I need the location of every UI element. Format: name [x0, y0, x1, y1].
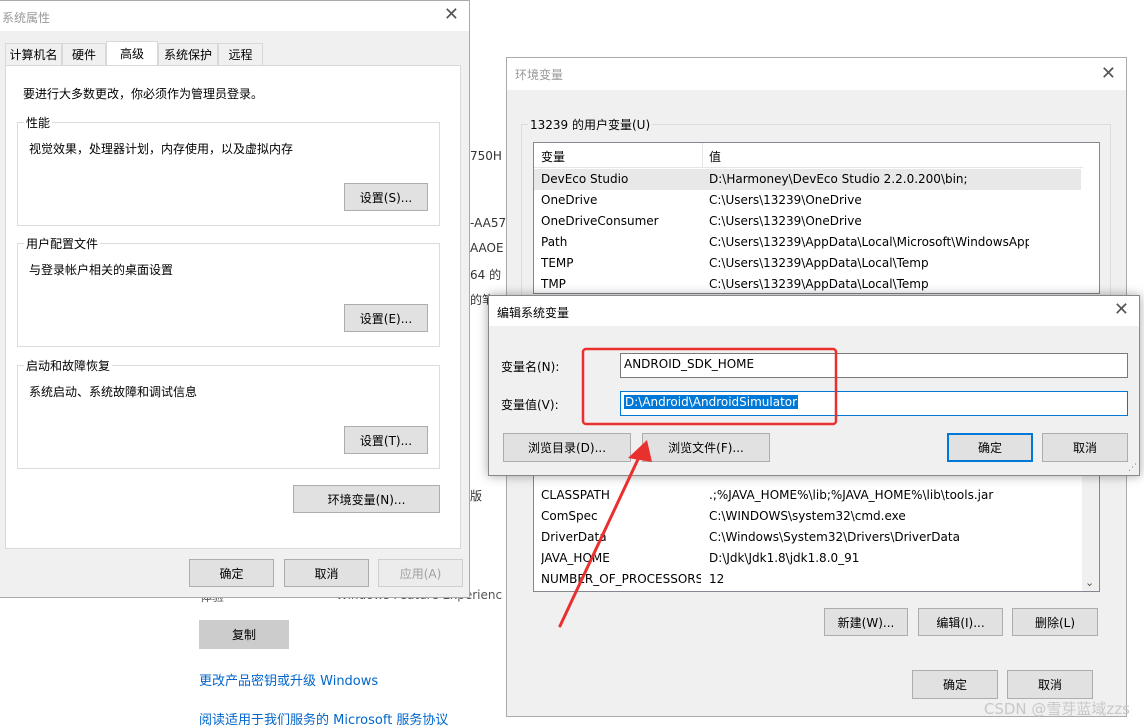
var-value: C:\Users\13239\AppData\Local\Microsoft\W…: [709, 235, 1029, 249]
bg-text: 750H: [470, 149, 502, 163]
user-profiles-settings-button[interactable]: 设置(E)...: [344, 304, 428, 332]
delete-button[interactable]: 删除(L): [1012, 608, 1098, 636]
var-name: OneDriveConsumer: [541, 214, 659, 228]
table-row[interactable]: OneDriveConsumer C:\Users\13239\OneDrive: [534, 211, 1081, 232]
scrollbar[interactable]: ⌄: [1082, 469, 1099, 591]
service-agreement-link[interactable]: 阅读适用于我们服务的 Microsoft 服务协议: [199, 709, 448, 728]
cancel-button[interactable]: 取消: [284, 559, 369, 587]
group-label: 13239 的用户变量(U): [528, 116, 653, 133]
variable-name-field[interactable]: ANDROID_SDK_HOME: [620, 353, 1128, 378]
dialog-title: 编辑系统变量: [497, 306, 570, 320]
startup-recovery-group: 启动和故障恢复 系统启动、系统故障和调试信息 设置(T)...: [17, 357, 440, 469]
group-desc: 与登录帐户相关的桌面设置: [29, 263, 174, 277]
ok-button[interactable]: 确定: [947, 433, 1033, 462]
edit-system-variable-dialog: 编辑系统变量 ✕ 变量名(N): 变量值(V): ANDROID_SDK_HOM…: [488, 295, 1140, 476]
table-row[interactable]: JAVA_HOME D:\Jdk\Jdk1.8\jdk1.8.0_91: [534, 548, 1081, 569]
var-name: ComSpec: [541, 509, 598, 523]
performance-settings-button[interactable]: 设置(S)...: [344, 183, 428, 211]
var-value: C:\WINDOWS\system32\cmd.exe: [709, 509, 906, 523]
column-header-value[interactable]: 值: [709, 148, 721, 165]
var-value: C:\Users\13239\OneDrive: [709, 214, 862, 228]
var-value: 12: [709, 572, 725, 586]
title-bar: 环境变量 ✕: [507, 58, 1126, 90]
var-value: C:\Users\13239\AppData\Local\Temp: [709, 277, 929, 291]
chevron-down-icon[interactable]: ⌄: [1085, 576, 1094, 589]
tab-hardware[interactable]: 硬件: [62, 43, 106, 65]
user-profiles-group: 用户配置文件 与登录帐户相关的桌面设置 设置(E)...: [17, 235, 440, 347]
environment-variables-button[interactable]: 环境变量(N)...: [293, 485, 440, 513]
var-name: NUMBER_OF_PROCESSORS: [541, 572, 701, 586]
var-name: DriverData: [541, 530, 607, 544]
edit-button[interactable]: 编辑(I)...: [918, 608, 1003, 636]
list-header: 变量 值: [534, 143, 1083, 168]
tab-advanced[interactable]: 高级: [106, 41, 158, 65]
table-row[interactable]: TMP C:\Users\13239\AppData\Local\Temp: [534, 274, 1081, 293]
cancel-button[interactable]: 取消: [1042, 433, 1128, 462]
group-desc: 视觉效果，处理器计划，内存使用，以及虚拟内存: [29, 142, 294, 156]
close-icon[interactable]: ✕: [444, 5, 459, 25]
admin-note: 要进行大多数更改，你必须作为管理员登录。: [23, 87, 264, 101]
variable-name-label: 变量名(N):: [501, 360, 560, 374]
ok-button[interactable]: 确定: [189, 559, 274, 587]
table-row[interactable]: Path C:\Users\13239\AppData\Local\Microso…: [534, 232, 1081, 253]
var-name: Path: [541, 235, 568, 249]
performance-group: 性能 视觉效果，处理器计划，内存使用，以及虚拟内存 设置(S)...: [17, 114, 440, 226]
browse-directory-button[interactable]: 浏览目录(D)...: [503, 433, 631, 462]
table-row[interactable]: ComSpec C:\WINDOWS\system32\cmd.exe: [534, 506, 1081, 527]
var-name: OneDrive: [541, 193, 598, 207]
table-row[interactable]: NUMBER_OF_PROCESSORS 12: [534, 569, 1081, 590]
var-value: D:\Harmoney\DevEco Studio 2.2.0.200\bin;: [709, 172, 968, 186]
variable-value-label: 变量值(V):: [501, 398, 559, 412]
var-name: JAVA_HOME: [541, 551, 610, 565]
system-properties-window: 系统属性 ✕ 计算机名 硬件 高级 系统保护 远程 要进行大多数更改，你必须作为…: [0, 0, 470, 598]
bg-text: -AA57: [470, 216, 507, 230]
table-row[interactable]: DriverData C:\Windows\System32\Drivers\Dr…: [534, 527, 1081, 548]
selected-text: D:\Android\AndroidSimulator: [624, 395, 799, 409]
tab-remote[interactable]: 远程: [218, 43, 263, 65]
column-header-variable[interactable]: 变量: [541, 148, 565, 165]
change-product-key-link[interactable]: 更改产品密钥或升级 Windows: [199, 670, 378, 689]
startup-recovery-settings-button[interactable]: 设置(T)...: [344, 426, 428, 454]
bg-text: 64 的: [470, 268, 502, 282]
user-variables-list: 变量 值 DevEco Studio D:\Harmoney\DevEco Stu…: [533, 142, 1100, 294]
var-value: C:\Users\13239\AppData\Local\Temp: [709, 256, 929, 270]
watermark: CSDN @雪芽蓝域zzs: [983, 700, 1130, 718]
cancel-button[interactable]: 取消: [1007, 670, 1093, 699]
resize-grip-icon[interactable]: ⋰: [1128, 463, 1137, 473]
group-desc: 系统启动、系统故障和调试信息: [29, 385, 198, 399]
browse-file-button[interactable]: 浏览文件(F)...: [642, 433, 770, 462]
bg-text: 版: [470, 489, 483, 503]
var-name: TEMP: [541, 256, 574, 270]
apply-button[interactable]: 应用(A): [378, 559, 463, 587]
var-value: C:\Users\13239\OneDrive: [709, 193, 862, 207]
title-bar: 系统属性 ✕: [0, 1, 469, 31]
column-divider: [702, 143, 703, 167]
bg-text: AAOE: [470, 241, 504, 255]
var-name: TMP: [541, 277, 566, 291]
var-value: D:\Jdk\Jdk1.8\jdk1.8.0_91: [709, 551, 860, 565]
window-title: 环境变量: [515, 68, 564, 82]
copy-button[interactable]: 复制: [199, 620, 289, 649]
tab-computer-name[interactable]: 计算机名: [5, 43, 62, 65]
var-name: DevEco Studio: [541, 172, 629, 186]
group-label: 用户配置文件: [24, 235, 101, 252]
table-row[interactable]: CLASSPATH .;%JAVA_HOME%\lib;%JAVA_HOME%\l…: [534, 485, 1081, 506]
tab-system-protection[interactable]: 系统保护: [158, 43, 218, 65]
close-icon[interactable]: ✕: [1101, 64, 1116, 84]
group-label: 启动和故障恢复: [24, 357, 113, 374]
window-title: 系统属性: [2, 11, 51, 25]
table-row[interactable]: TEMP C:\Users\13239\AppData\Local\Temp: [534, 253, 1081, 274]
table-row[interactable]: DevEco Studio D:\Harmoney\DevEco Studio 2…: [534, 169, 1081, 190]
var-name: CLASSPATH: [541, 488, 610, 502]
table-row[interactable]: OneDrive C:\Users\13239\OneDrive: [534, 190, 1081, 211]
close-icon[interactable]: ✕: [1114, 300, 1129, 320]
title-bar: 编辑系统变量 ✕: [489, 296, 1139, 326]
variable-value-field[interactable]: D:\Android\AndroidSimulator: [620, 391, 1128, 416]
group-label: 性能: [24, 114, 53, 131]
var-value: C:\Windows\System32\Drivers\DriverData: [709, 530, 960, 544]
ok-button[interactable]: 确定: [912, 670, 998, 699]
system-variables-list: CLASSPATH .;%JAVA_HOME%\lib;%JAVA_HOME%\l…: [533, 468, 1100, 592]
new-button[interactable]: 新建(W)...: [824, 608, 908, 636]
var-value: .;%JAVA_HOME%\lib;%JAVA_HOME%\lib\tools.…: [709, 488, 994, 502]
